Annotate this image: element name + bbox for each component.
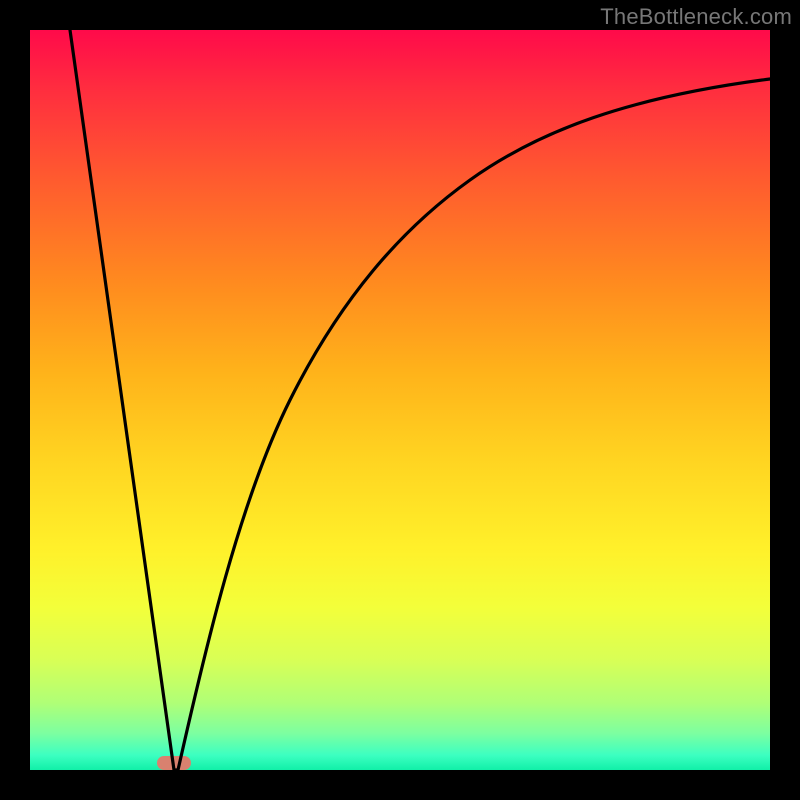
curve-path <box>70 30 770 770</box>
chart-frame: TheBottleneck.com <box>0 0 800 800</box>
bottleneck-curve <box>30 30 770 770</box>
plot-area <box>30 30 770 770</box>
watermark-text: TheBottleneck.com <box>600 4 792 30</box>
